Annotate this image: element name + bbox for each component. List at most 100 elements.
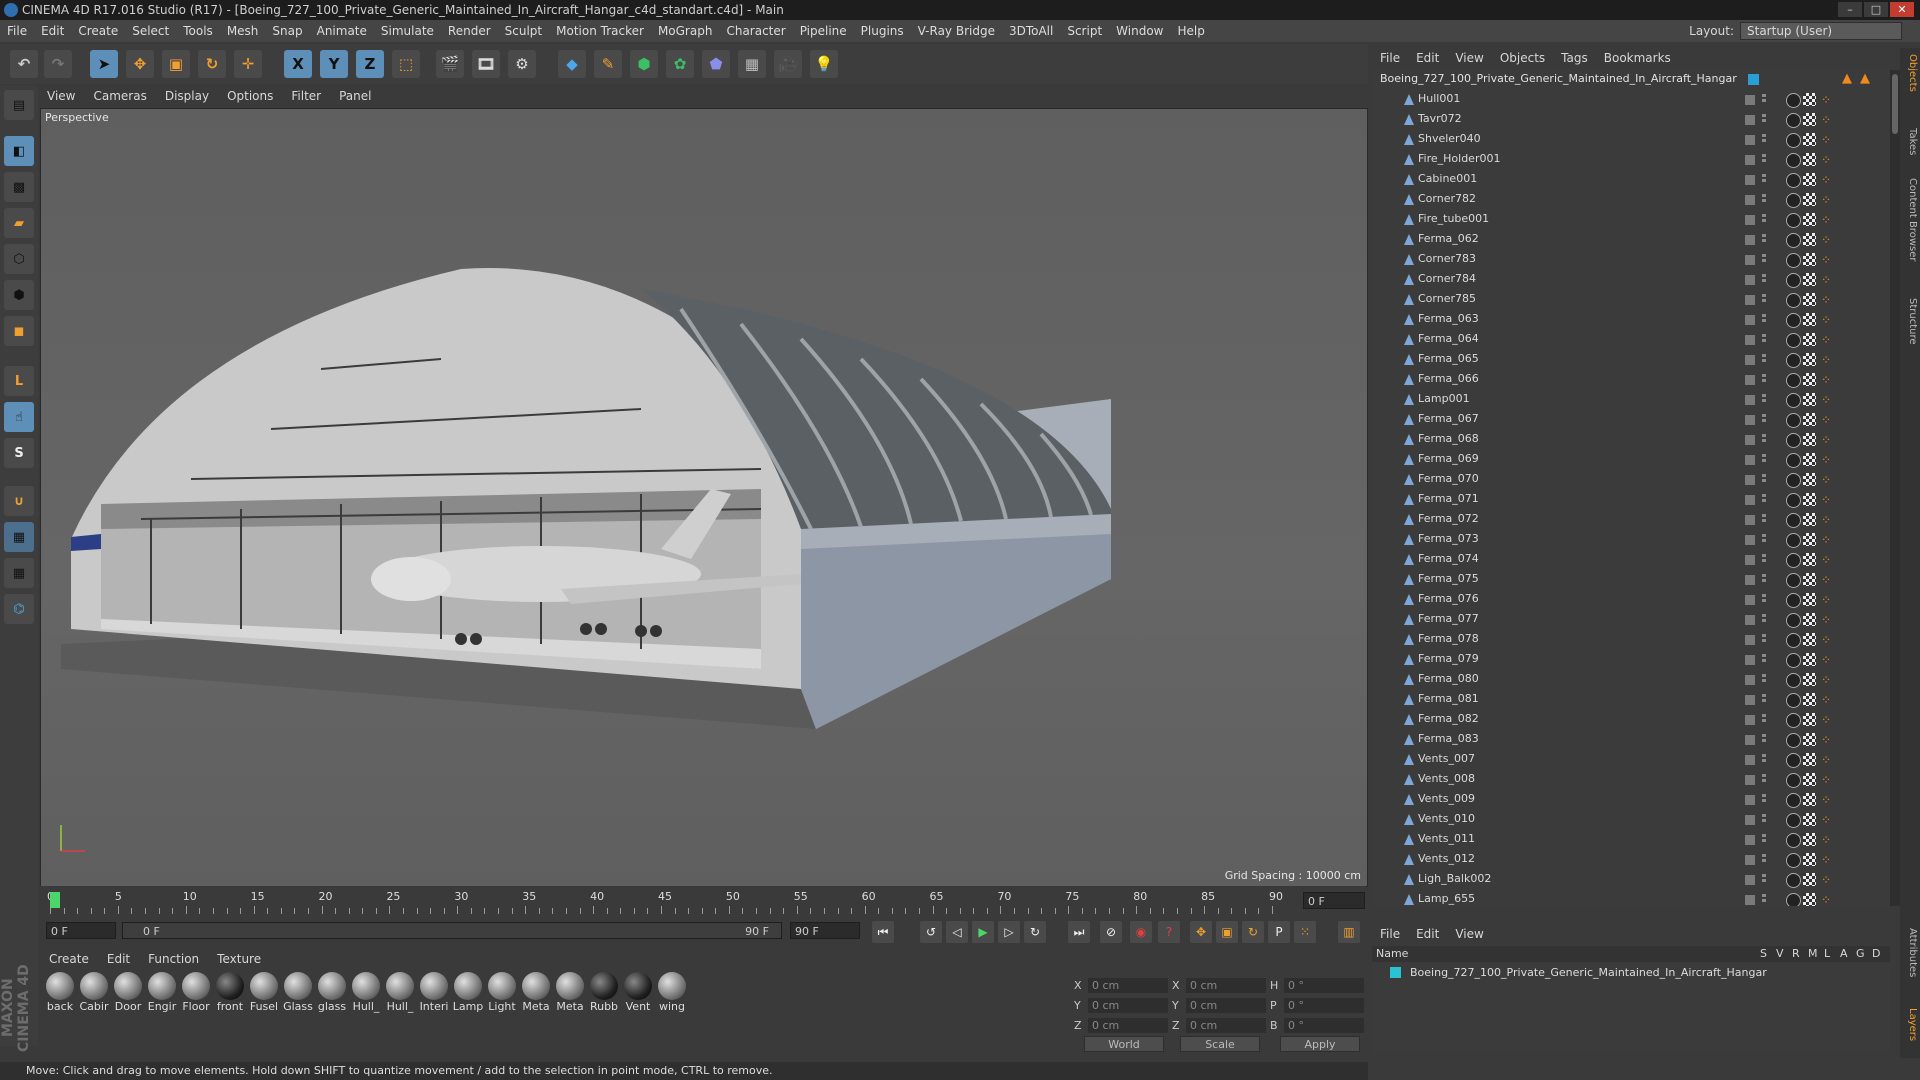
material-tag-icon[interactable]: ⁘ [1821, 894, 1831, 906]
layer-check-icon[interactable] [1745, 235, 1755, 245]
material-tag-icon[interactable]: ⁘ [1821, 174, 1831, 186]
phong-tag-icon[interactable] [1786, 173, 1801, 188]
texture-tag-icon[interactable] [1803, 433, 1816, 446]
menu-item-15[interactable]: Plugins [854, 24, 911, 38]
z-axis-lock-icon[interactable]: Z [356, 50, 384, 78]
phong-tag-icon[interactable] [1786, 473, 1801, 488]
object-row[interactable]: Lamp_655 ⁘ [1372, 890, 1888, 906]
visibility-dots-icon[interactable] [1762, 614, 1766, 626]
visibility-dots-icon[interactable] [1762, 794, 1766, 806]
layer-check-icon[interactable] [1745, 455, 1755, 465]
visibility-dots-icon[interactable] [1762, 554, 1766, 566]
layer-row[interactable]: Boeing_727_100_Private_Generic_Maintaine… [1372, 964, 1890, 982]
phong-tag-icon[interactable] [1786, 333, 1801, 348]
layer-check-icon[interactable] [1745, 595, 1755, 605]
texture-tag-icon[interactable] [1803, 833, 1816, 846]
object-menu-item-0[interactable]: File [1372, 51, 1408, 65]
texture-tag-icon[interactable] [1803, 813, 1816, 826]
maximize-button[interactable]: □ [1864, 2, 1888, 17]
object-list-scrollbar[interactable] [1890, 70, 1900, 906]
material-swatch[interactable]: back [44, 972, 76, 1013]
phong-tag-icon[interactable] [1786, 353, 1801, 368]
menu-item-10[interactable]: Sculpt [498, 24, 549, 38]
texture-tag-icon[interactable] [1803, 453, 1816, 466]
x-axis-lock-icon[interactable]: X [284, 50, 312, 78]
texture-tag-icon[interactable] [1803, 573, 1816, 586]
layer-check-icon[interactable] [1745, 655, 1755, 665]
phong-tag-icon[interactable] [1786, 793, 1801, 808]
layer-check-icon[interactable] [1745, 715, 1755, 725]
texture-tag-icon[interactable] [1803, 553, 1816, 566]
menu-item-11[interactable]: Motion Tracker [549, 24, 651, 38]
key-rotation-icon[interactable]: ↻ [1242, 921, 1264, 943]
play-button[interactable]: ▶ [972, 921, 994, 943]
manager-tab[interactable]: Content Browser [1902, 178, 1918, 261]
spline-pen-icon[interactable]: ✎ [594, 50, 622, 78]
layer-check-icon[interactable] [1745, 375, 1755, 385]
key-scale-icon[interactable]: ▣ [1216, 921, 1238, 943]
visibility-dots-icon[interactable] [1762, 774, 1766, 786]
texture-tag-icon[interactable] [1803, 253, 1816, 266]
texture-tag-icon[interactable] [1803, 793, 1816, 806]
viewport-menu-item-2[interactable]: Display [156, 89, 218, 103]
coordinate-system-icon[interactable]: ⬚ [392, 50, 420, 78]
workplane-mode-icon[interactable]: ▰ [4, 208, 34, 238]
texture-tag-icon[interactable] [1803, 713, 1816, 726]
phong-tag-icon[interactable] [1786, 193, 1801, 208]
object-row[interactable]: Corner784 ⁘ [1372, 270, 1888, 290]
record-active-icon[interactable]: ◉ [1130, 921, 1152, 943]
menu-item-5[interactable]: Mesh [220, 24, 266, 38]
material-tag-icon[interactable]: ⁘ [1821, 414, 1831, 426]
texture-tag-icon[interactable] [1803, 673, 1816, 686]
menu-item-16[interactable]: V-Ray Bridge [911, 24, 1002, 38]
timeline-window-icon[interactable]: ▥ [1338, 921, 1360, 943]
layer-check-icon[interactable] [1745, 395, 1755, 405]
object-row[interactable]: Lamp001 ⁘ [1372, 390, 1888, 410]
texture-tag-icon[interactable] [1803, 313, 1816, 326]
material-tag-icon[interactable]: ⁘ [1821, 434, 1831, 446]
scrollbar-thumb[interactable] [1892, 74, 1898, 134]
layer-check-icon[interactable] [1745, 495, 1755, 505]
object-row[interactable]: Hull001 ⁘ [1372, 90, 1888, 110]
viewport-menu-item-1[interactable]: Cameras [84, 89, 155, 103]
object-menu-item-5[interactable]: Bookmarks [1596, 51, 1679, 65]
material-tag-icon[interactable]: ⁘ [1821, 674, 1831, 686]
texture-tag-icon[interactable] [1803, 133, 1816, 146]
material-tag-icon[interactable]: ⁘ [1821, 834, 1831, 846]
object-menu-item-4[interactable]: Tags [1553, 51, 1596, 65]
layer-menu-item-2[interactable]: View [1447, 927, 1491, 941]
layer-menu-item-1[interactable]: Edit [1408, 927, 1447, 941]
texture-tag-icon[interactable] [1803, 613, 1816, 626]
viewport-menu-item-0[interactable]: View [38, 89, 84, 103]
layer-check-icon[interactable] [1745, 415, 1755, 425]
object-row[interactable]: Ferma_080 ⁘ [1372, 670, 1888, 690]
render-picture-viewer-icon[interactable]: 🎞 [472, 50, 500, 78]
layer-check-icon[interactable] [1745, 515, 1755, 525]
phong-tag-icon[interactable] [1786, 513, 1801, 528]
material-tag-icon[interactable]: ⁘ [1821, 474, 1831, 486]
phong-tag-icon[interactable] [1786, 93, 1801, 108]
timeline-ruler[interactable]: 051015202530354045505560657075808590 0 F [40, 886, 1366, 916]
layer-check-icon[interactable] [1745, 95, 1755, 105]
menu-item-20[interactable]: Help [1170, 24, 1211, 38]
visibility-dots-icon[interactable] [1762, 474, 1766, 486]
material-tag-icon[interactable]: ⁘ [1821, 214, 1831, 226]
layer-check-icon[interactable] [1745, 355, 1755, 365]
material-tag-icon[interactable]: ⁘ [1821, 714, 1831, 726]
phong-tag-icon[interactable] [1786, 873, 1801, 888]
material-tag-icon[interactable]: ⁘ [1821, 814, 1831, 826]
object-root-row[interactable]: Boeing_727_100_Private_Generic_Maintaine… [1372, 70, 1888, 88]
coordinate-space-dropdown[interactable]: World [1084, 1036, 1164, 1052]
visibility-dots-icon[interactable] [1762, 634, 1766, 646]
object-row[interactable]: Vents_009 ⁘ [1372, 790, 1888, 810]
material-tag-icon[interactable]: ⁘ [1821, 114, 1831, 126]
redo-button[interactable]: ↷ [44, 50, 72, 78]
object-row[interactable]: Tavr072 ⁘ [1372, 110, 1888, 130]
material-tag-icon[interactable]: ⁘ [1821, 454, 1831, 466]
object-row[interactable]: Ferma_070 ⁘ [1372, 470, 1888, 490]
object-row[interactable]: Ferma_062 ⁘ [1372, 230, 1888, 250]
object-row[interactable]: Fire_Holder001 ⁘ [1372, 150, 1888, 170]
layer-check-icon[interactable] [1745, 735, 1755, 745]
record-keyframe-off-icon[interactable]: ⊘ [1100, 921, 1122, 943]
material-tag-icon[interactable]: ⁘ [1821, 614, 1831, 626]
